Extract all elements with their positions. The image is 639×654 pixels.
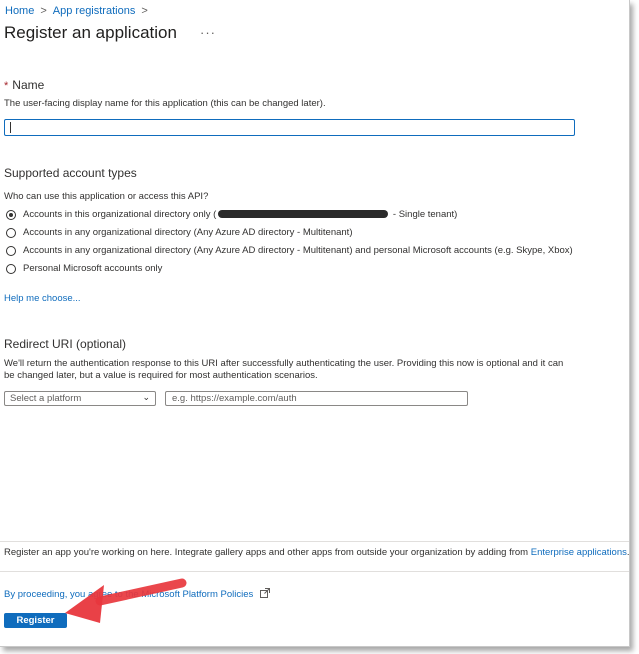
radio-icon[interactable] [6,245,16,256]
account-types-heading: Supported account types [4,166,137,180]
name-label: * Name [4,78,45,92]
enterprise-applications-link[interactable]: Enterprise applications [531,547,627,558]
radio-personal-only[interactable]: Personal Microsoft accounts only [6,263,162,274]
radio-label: Accounts in this organizational director… [23,209,458,220]
more-options-icon[interactable]: ··· [200,25,216,40]
text-caret [10,122,11,133]
account-types-question: Who can use this application or access t… [4,191,209,202]
chevron-right-icon: > [141,5,148,17]
help-me-choose-link[interactable]: Help me choose... [4,293,81,304]
app-window: Home > App registrations > Register an a… [0,0,630,647]
radio-icon[interactable] [6,263,16,274]
divider [0,541,629,542]
chevron-down-icon: ⌄ [142,392,150,402]
redirect-uri-description: We'll return the authentication response… [4,358,564,381]
radio-multitenant[interactable]: Accounts in any organizational directory… [6,227,353,238]
radio-label: Personal Microsoft accounts only [23,263,163,274]
radio-label: Accounts in any organizational directory… [23,227,353,238]
breadcrumb: Home > App registrations > [5,5,154,17]
name-help-text: The user-facing display name for this ap… [4,98,326,109]
enterprise-note: Register an app you're working on here. … [4,547,630,558]
register-button[interactable]: Register [4,613,67,628]
annotation-arrow-icon [65,578,187,623]
radio-selected-icon[interactable] [6,209,16,220]
external-link-icon [259,588,270,601]
redirect-uri-input[interactable]: e.g. https://example.com/auth [165,391,468,406]
redacted-tenant-name [218,210,389,219]
required-asterisk: * [4,80,9,92]
radio-label: Accounts in any organizational directory… [23,245,573,256]
chevron-right-icon: > [40,5,47,17]
name-input[interactable] [4,119,575,136]
divider [0,571,629,572]
radio-single-tenant[interactable]: Accounts in this organizational director… [6,209,457,220]
radio-icon[interactable] [6,227,16,238]
redirect-uri-heading: Redirect URI (optional) [4,337,127,351]
breadcrumb-app-registrations[interactable]: App registrations [53,5,136,17]
breadcrumb-home[interactable]: Home [5,5,34,17]
page-title: Register an application [4,23,177,42]
platform-select[interactable]: Select a platform ⌄ [4,391,156,406]
radio-multitenant-personal[interactable]: Accounts in any organizational directory… [6,245,573,256]
